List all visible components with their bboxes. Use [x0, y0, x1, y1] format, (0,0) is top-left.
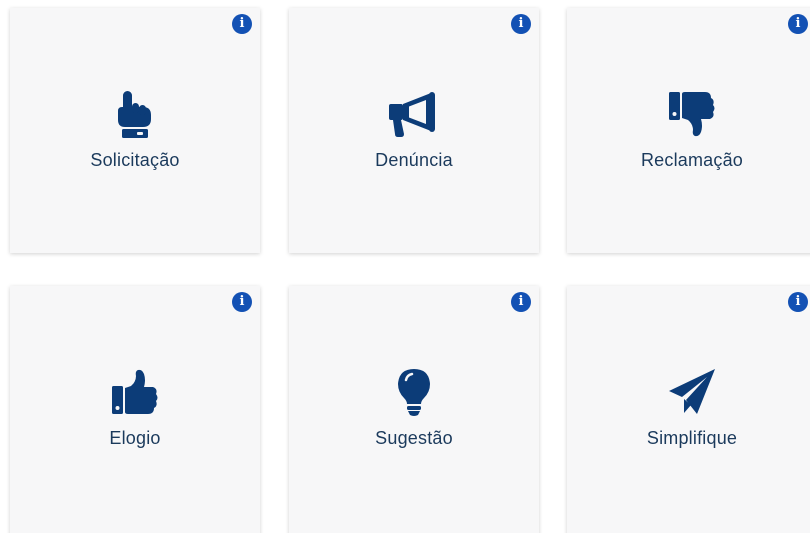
- pointing-hand-icon: [107, 86, 163, 142]
- card-solicitacao[interactable]: i Solicitação: [10, 8, 260, 253]
- megaphone-icon: [386, 86, 442, 142]
- card-label: Elogio: [109, 428, 161, 448]
- card-label: Reclamação: [640, 150, 744, 170]
- thumbs-up-icon: [107, 364, 163, 420]
- info-icon[interactable]: i: [232, 292, 252, 312]
- card-sugestao[interactable]: i Sugestão: [289, 286, 539, 533]
- card-label: Sugestão: [375, 428, 453, 448]
- card-label: Denúncia: [375, 150, 453, 170]
- info-icon[interactable]: i: [511, 14, 531, 34]
- info-icon[interactable]: i: [511, 292, 531, 312]
- card-label: Solicitação: [90, 150, 180, 170]
- card-denuncia[interactable]: i Denúncia: [289, 8, 539, 253]
- lightbulb-icon: [386, 364, 442, 420]
- card-reclamacao[interactable]: i Reclamação: [567, 8, 810, 253]
- info-icon[interactable]: i: [232, 14, 252, 34]
- card-simplifique[interactable]: i Simplifique: [567, 286, 810, 533]
- card-elogio[interactable]: i Elogio: [10, 286, 260, 533]
- card-label: Simplifique: [646, 428, 738, 448]
- info-icon[interactable]: i: [788, 14, 808, 34]
- info-icon[interactable]: i: [788, 292, 808, 312]
- paper-plane-icon: [664, 364, 720, 420]
- thumbs-down-icon: [664, 86, 720, 142]
- manifestation-type-grid: i Solicitação i Denúncia i Reclamação i …: [0, 0, 810, 533]
